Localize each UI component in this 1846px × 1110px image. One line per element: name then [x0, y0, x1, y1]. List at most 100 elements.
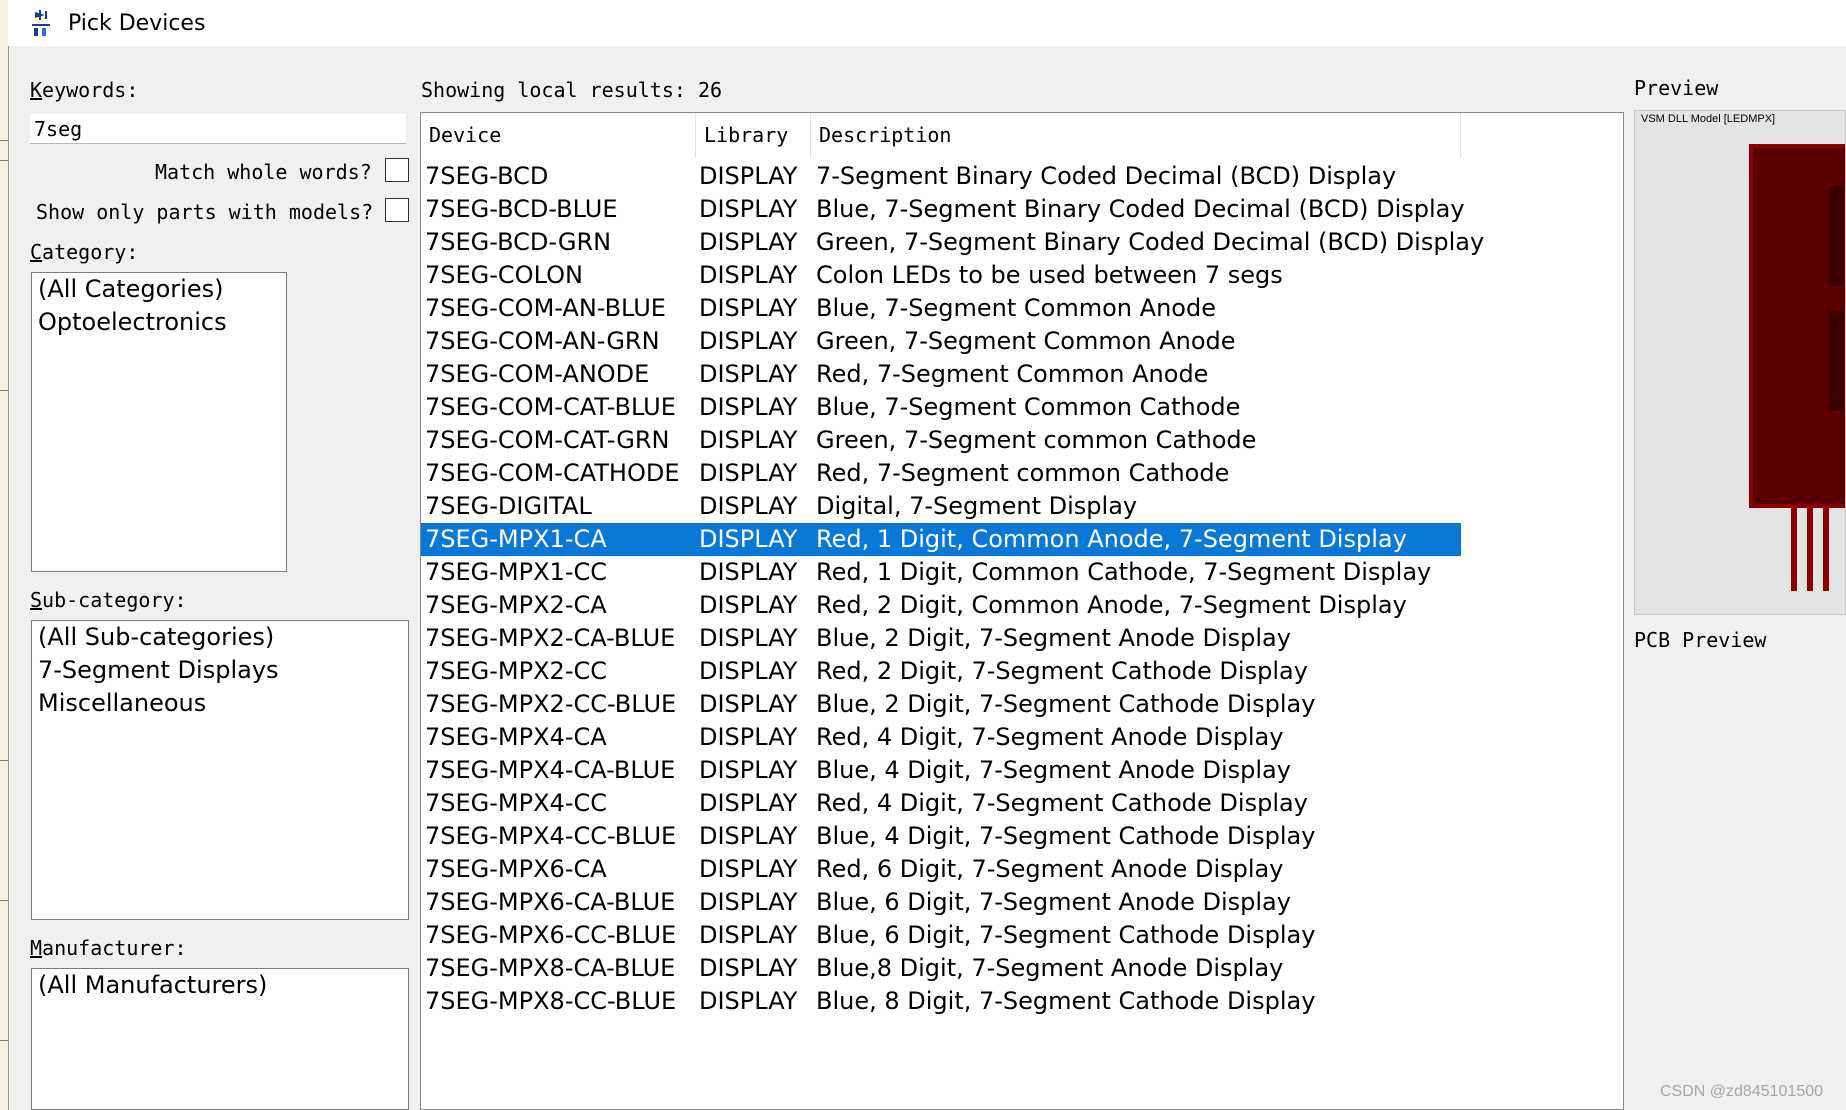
subcategory-list[interactable]: (All Sub-categories) 7-Segment Displays Mi… [31, 620, 409, 920]
match-whole-words-label: Match whole words? [155, 160, 372, 184]
table-row[interactable]: 7SEG-COM-CAT-GRN DISPLAY Green, 7-Segment … [421, 424, 1461, 457]
library-cell: DISPLAY [699, 855, 798, 883]
device-cell: 7SEG-BCD [425, 162, 549, 190]
library-cell: DISPLAY [699, 228, 798, 256]
manufacturer-list[interactable]: (All Manufacturers) [31, 968, 409, 1110]
library-cell: DISPLAY [699, 657, 798, 685]
device-cell: 7SEG-MPX6-CA [425, 855, 607, 883]
description-cell: Red, 7-Segment common Cathode [816, 459, 1230, 487]
library-cell: DISPLAY [699, 723, 798, 751]
title-bar: Pick Devices [8, 0, 1846, 46]
device-cell: 7SEG-DIGITAL [425, 492, 592, 520]
description-cell: 7-Segment Binary Coded Decimal (BCD) Dis… [816, 162, 1397, 190]
table-row[interactable]: 7SEG-MPX4-CC-BLUE DISPLAY Blue, 4 Digit, 7… [421, 820, 1461, 853]
column-header-device[interactable]: Device [421, 113, 696, 158]
schematic-preview: VSM DLL Model [LEDMPX] [1634, 110, 1846, 615]
subcategory-item[interactable]: Miscellaneous [32, 687, 408, 720]
description-cell: Blue, 8 Digit, 7-Segment Cathode Display [816, 987, 1316, 1015]
table-row[interactable]: 7SEG-MPX2-CA-BLUE DISPLAY Blue, 2 Digit, 7… [421, 622, 1461, 655]
manufacturer-item[interactable]: (All Manufacturers) [32, 969, 408, 1002]
description-cell: Blue, 6 Digit, 7-Segment Anode Display [816, 888, 1291, 916]
table-row[interactable]: 7SEG-MPX4-CA-BLUE DISPLAY Blue, 4 Digit, 7… [421, 754, 1461, 787]
table-row[interactable]: 7SEG-MPX4-CA DISPLAY Red, 4 Digit, 7-Segme… [421, 721, 1461, 754]
table-row[interactable]: 7SEG-MPX6-CA DISPLAY Red, 6 Digit, 7-Segme… [421, 853, 1461, 886]
device-table[interactable]: Device Library Description 7SEG-BCD DISPL… [420, 112, 1624, 1110]
library-cell: DISPLAY [699, 624, 798, 652]
library-cell: DISPLAY [699, 492, 798, 520]
device-cell: 7SEG-COM-AN-GRN [425, 327, 660, 355]
category-item[interactable]: (All Categories) [32, 273, 286, 306]
table-row[interactable]: 7SEG-MPX8-CA-BLUE DISPLAY Blue,8 Digit, 7-… [421, 952, 1461, 985]
show-models-checkbox[interactable] [385, 198, 409, 222]
description-cell: Blue, 7-Segment Binary Coded Decimal (BC… [816, 195, 1465, 223]
keywords-label: Keywords: [30, 78, 139, 102]
table-row[interactable]: 7SEG-COLON DISPLAY Colon LEDs to be used b… [421, 259, 1461, 292]
description-cell: Red, 1 Digit, Common Cathode, 7-Segment … [816, 558, 1432, 586]
library-cell: DISPLAY [699, 426, 798, 454]
table-row[interactable]: 7SEG-COM-CAT-BLUE DISPLAY Blue, 7-Segment … [421, 391, 1461, 424]
library-cell: DISPLAY [699, 690, 798, 718]
device-cell: 7SEG-COM-ANODE [425, 360, 650, 388]
description-cell: Red, 2 Digit, Common Anode, 7-Segment Di… [816, 591, 1407, 619]
seven-segment-symbol [1749, 144, 1845, 591]
table-row[interactable]: 7SEG-DIGITAL DISPLAY Digital, 7-Segment Di… [421, 490, 1461, 523]
description-cell: Blue, 2 Digit, 7-Segment Anode Display [816, 624, 1291, 652]
device-cell: 7SEG-MPX2-CA-BLUE [425, 624, 676, 652]
table-row[interactable]: 7SEG-MPX8-CC-BLUE DISPLAY Blue, 8 Digit, 7… [421, 985, 1461, 1018]
table-row[interactable]: 7SEG-BCD DISPLAY 7-Segment Binary Coded De… [421, 160, 1461, 193]
description-cell: Blue,8 Digit, 7-Segment Anode Display [816, 954, 1284, 982]
table-row[interactable]: 7SEG-BCD-GRN DISPLAY Green, 7-Segment Bina… [421, 226, 1484, 259]
table-row[interactable]: 7SEG-MPX1-CA DISPLAY Red, 1 Digit, Common … [421, 523, 1461, 556]
description-cell: Digital, 7-Segment Display [816, 492, 1138, 520]
preview-label: Preview [1634, 76, 1719, 100]
table-row[interactable]: 7SEG-COM-AN-GRN DISPLAY Green, 7-Segment C… [421, 325, 1461, 358]
description-cell: Green, 7-Segment Common Anode [816, 327, 1236, 355]
device-cell: 7SEG-MPX4-CA [425, 723, 607, 751]
device-cell: 7SEG-COM-CAT-BLUE [425, 393, 676, 421]
table-row[interactable]: 7SEG-MPX2-CC DISPLAY Red, 2 Digit, 7-Segme… [421, 655, 1461, 688]
device-cell: 7SEG-MPX4-CC [425, 789, 607, 817]
description-cell: Red, 4 Digit, 7-Segment Anode Display [816, 723, 1284, 751]
library-cell: DISPLAY [699, 756, 798, 784]
device-cell: 7SEG-MPX2-CA [425, 591, 607, 619]
library-cell: DISPLAY [699, 987, 798, 1015]
table-row[interactable]: 7SEG-COM-AN-BLUE DISPLAY Blue, 7-Segment C… [421, 292, 1461, 325]
description-cell: Green, 7-Segment Binary Coded Decimal (B… [816, 228, 1485, 256]
description-cell: Blue, 6 Digit, 7-Segment Cathode Display [816, 921, 1316, 949]
category-item[interactable]: Optoelectronics [32, 306, 286, 339]
keywords-input[interactable] [30, 114, 406, 144]
library-cell: DISPLAY [699, 954, 798, 982]
subcategory-item[interactable]: 7-Segment Displays [32, 654, 408, 687]
description-cell: Colon LEDs to be used between 7 segs [816, 261, 1283, 289]
column-header-description[interactable]: Description [811, 113, 1461, 158]
library-cell: DISPLAY [699, 195, 798, 223]
description-cell: Blue, 4 Digit, 7-Segment Anode Display [816, 756, 1291, 784]
table-row[interactable]: 7SEG-COM-ANODE DISPLAY Red, 7-Segment Comm… [421, 358, 1461, 391]
table-row[interactable]: 7SEG-MPX1-CC DISPLAY Red, 1 Digit, Common … [421, 556, 1461, 589]
device-cell: 7SEG-COM-CAT-GRN [425, 426, 670, 454]
subcategory-item[interactable]: (All Sub-categories) [32, 621, 408, 654]
table-row[interactable]: 7SEG-COM-CATHODE DISPLAY Red, 7-Segment co… [421, 457, 1461, 490]
description-cell: Blue, 2 Digit, 7-Segment Cathode Display [816, 690, 1316, 718]
table-row[interactable]: 7SEG-MPX4-CC DISPLAY Red, 4 Digit, 7-Segme… [421, 787, 1461, 820]
table-row[interactable]: 7SEG-MPX2-CC-BLUE DISPLAY Blue, 2 Digit, 7… [421, 688, 1461, 721]
table-row[interactable]: 7SEG-MPX6-CA-BLUE DISPLAY Blue, 6 Digit, 7… [421, 886, 1461, 919]
category-label: Category: [30, 240, 139, 264]
table-row[interactable]: 7SEG-BCD-BLUE DISPLAY Blue, 7-Segment Bina… [421, 193, 1465, 226]
table-row[interactable]: 7SEG-MPX2-CA DISPLAY Red, 2 Digit, Common … [421, 589, 1461, 622]
subcategory-label: Sub-category: [30, 588, 187, 612]
description-cell: Red, 4 Digit, 7-Segment Cathode Display [816, 789, 1308, 817]
description-cell: Blue, 7-Segment Common Anode [816, 294, 1216, 322]
table-row[interactable]: 7SEG-MPX6-CC-BLUE DISPLAY Blue, 6 Digit, 7… [421, 919, 1461, 952]
library-cell: DISPLAY [699, 888, 798, 916]
match-whole-words-checkbox[interactable] [385, 158, 409, 182]
device-cell: 7SEG-MPX1-CA [425, 525, 607, 553]
library-cell: DISPLAY [699, 789, 798, 817]
device-cell: 7SEG-MPX4-CC-BLUE [425, 822, 677, 850]
results-summary: Showing local results: 26 [421, 78, 723, 102]
device-rows: 7SEG-BCD DISPLAY 7-Segment Binary Coded De… [421, 160, 1484, 1018]
column-header-library[interactable]: Library [696, 113, 811, 158]
library-cell: DISPLAY [699, 525, 798, 553]
device-cell: 7SEG-MPX2-CC [425, 657, 607, 685]
category-list[interactable]: (All Categories) Optoelectronics [31, 272, 287, 572]
